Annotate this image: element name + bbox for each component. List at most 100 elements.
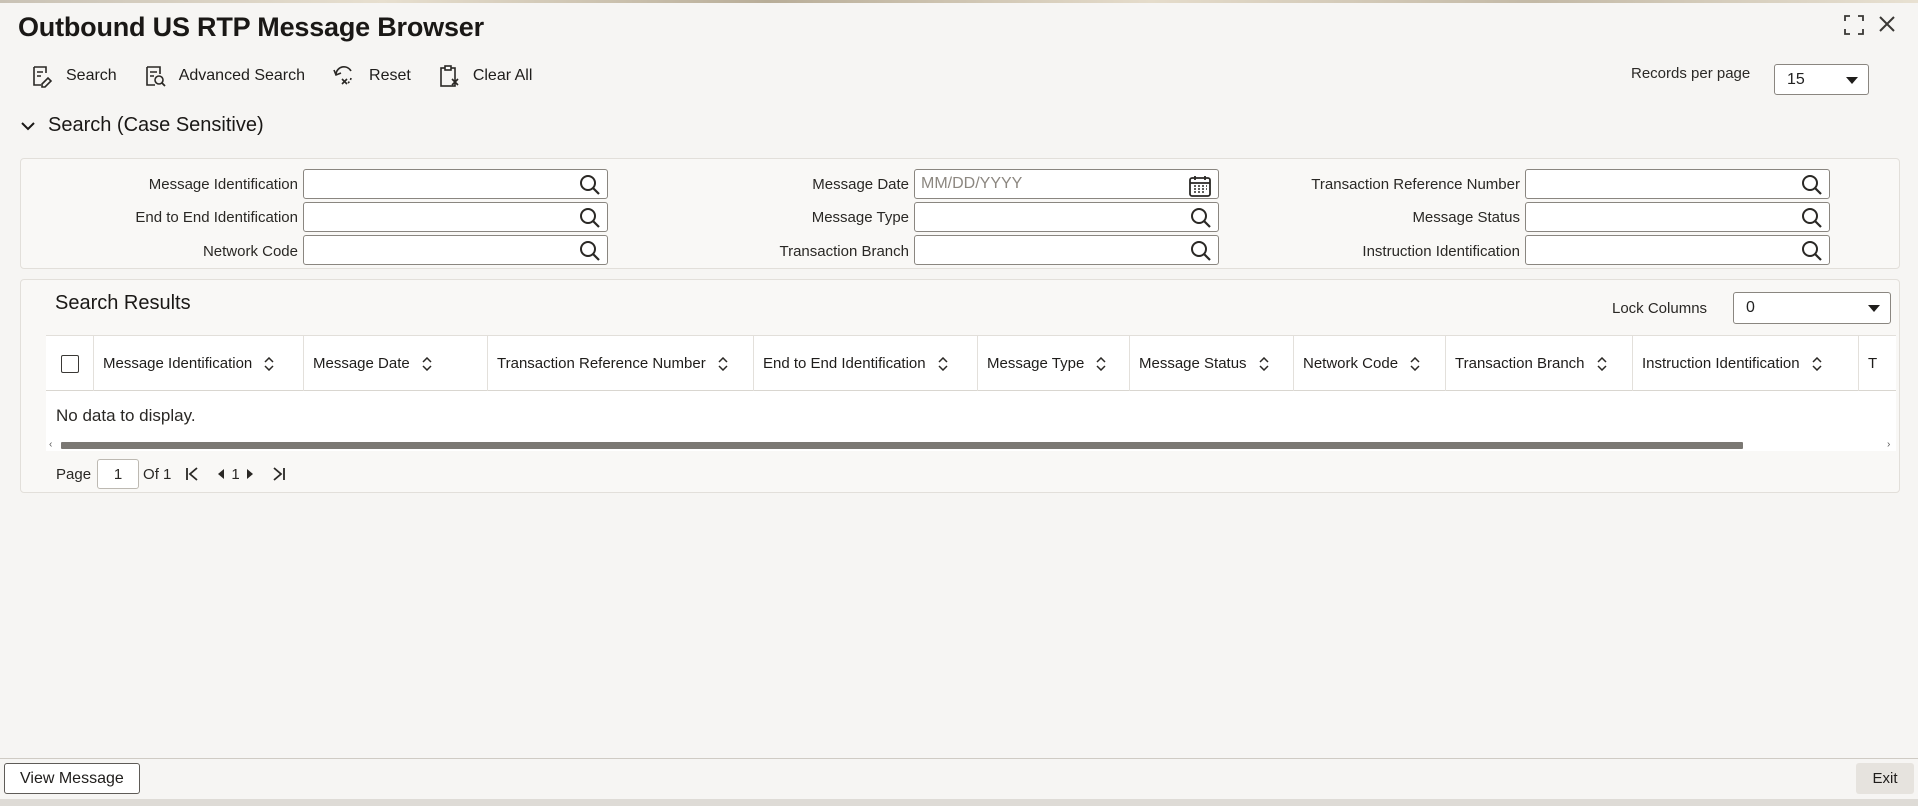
calendar-icon[interactable]	[1188, 174, 1212, 198]
message-date-label: Message Date	[812, 176, 909, 193]
select-all-column	[46, 336, 94, 391]
view-message-button-label: View Message	[20, 769, 124, 787]
scroll-right-icon[interactable]: ›	[1887, 439, 1890, 450]
end-to-end-identification-field[interactable]	[303, 202, 608, 232]
page-of-label: Of 1	[143, 465, 172, 483]
column-header-message-type[interactable]: Message Type	[978, 336, 1130, 391]
network-code-field[interactable]	[303, 235, 608, 265]
column-header-truncated[interactable]: T	[1859, 336, 1896, 391]
top-decorative-strip	[0, 0, 1918, 3]
toolbar: Search Advanced Search Reset Clear All	[30, 63, 558, 89]
chevron-down-icon	[21, 121, 35, 130]
dropdown-caret-icon	[1868, 305, 1880, 312]
column-header-label: Transaction Reference Number	[497, 355, 706, 372]
transaction-branch-field[interactable]	[914, 235, 1219, 265]
sort-icon[interactable]	[1259, 356, 1269, 371]
search-icon[interactable]	[1190, 240, 1212, 262]
page-number-value: 1	[113, 465, 123, 483]
pagination: Page 1 Of 1 1	[56, 459, 291, 489]
exit-button[interactable]: Exit	[1856, 763, 1914, 794]
next-page-icon[interactable]	[245, 468, 255, 480]
message-identification-field[interactable]	[303, 169, 608, 199]
sort-icon[interactable]	[1096, 356, 1106, 371]
network-code-label: Network Code	[202, 243, 298, 260]
column-header-message-identification[interactable]: Message Identification	[94, 336, 304, 391]
search-form-icon	[33, 66, 53, 88]
column-header-network-code[interactable]: Network Code	[1294, 336, 1446, 391]
column-header-label: Instruction Identification	[1642, 355, 1800, 372]
message-type-label: Message Type	[811, 209, 909, 226]
sort-icon[interactable]	[1596, 356, 1607, 371]
reset-button[interactable]: Reset	[331, 64, 411, 88]
column-header-end-to-end-identification[interactable]: End to End Identification	[754, 336, 978, 391]
column-header-label: Network Code	[1303, 355, 1399, 372]
search-section-toggle[interactable]: Search (Case Sensitive)	[20, 114, 264, 137]
message-date-field[interactable]: MM/DD/YYYY	[914, 169, 1219, 199]
view-message-button[interactable]: View Message	[4, 763, 140, 794]
footer-bar: View Message Exit	[0, 758, 1918, 806]
column-header-transaction-branch[interactable]: Transaction Branch	[1446, 336, 1633, 391]
search-button[interactable]: Search	[30, 64, 117, 88]
message-status-label: Message Status	[1412, 209, 1520, 226]
message-date-placeholder: MM/DD/YYYY	[921, 175, 1023, 192]
advanced-search-button[interactable]: Advanced Search	[143, 64, 305, 88]
column-header-instruction-identification[interactable]: Instruction Identification	[1633, 336, 1859, 391]
maximize-icon[interactable]	[1843, 14, 1865, 40]
search-icon[interactable]	[1801, 174, 1823, 196]
column-header-message-status[interactable]: Message Status	[1130, 336, 1294, 391]
search-icon[interactable]	[1801, 207, 1823, 229]
instruction-identification-field[interactable]	[1525, 235, 1830, 265]
column-header-label: Message Status	[1139, 355, 1247, 372]
records-per-page-value: 15	[1787, 70, 1805, 88]
advanced-search-icon	[145, 66, 166, 87]
page-label: Page	[56, 465, 92, 483]
column-header-label: End to End Identification	[763, 355, 926, 372]
scroll-left-icon[interactable]: ‹	[49, 439, 52, 450]
sort-icon[interactable]	[1410, 356, 1420, 371]
lock-columns-select[interactable]: 0	[1733, 292, 1891, 324]
column-header-label: Message Date	[313, 355, 410, 372]
exit-button-label: Exit	[1872, 770, 1898, 787]
records-per-page-label: Records per page	[1631, 65, 1751, 82]
search-icon[interactable]	[579, 240, 601, 262]
search-icon[interactable]	[579, 174, 601, 196]
reset-button-label: Reset	[369, 67, 411, 84]
column-header-transaction-reference-number[interactable]: Transaction Reference Number	[488, 336, 754, 391]
message-status-field[interactable]	[1525, 202, 1830, 232]
search-icon[interactable]	[579, 207, 601, 229]
sort-icon[interactable]	[422, 356, 432, 371]
search-icon[interactable]	[1190, 207, 1212, 229]
clear-all-button[interactable]: Clear All	[437, 64, 533, 88]
search-results-panel: Search Results Lock Columns 0 Message Id…	[20, 279, 1900, 493]
transaction-reference-number-label: Transaction Reference Number	[1311, 176, 1520, 193]
search-icon[interactable]	[1801, 240, 1823, 262]
search-criteria-panel: Message Identification End to End Identi…	[20, 158, 1900, 269]
message-identification-label: Message Identification	[148, 176, 298, 193]
records-per-page-select[interactable]: 15	[1774, 64, 1869, 95]
sort-icon[interactable]	[1812, 356, 1822, 371]
scrollbar-thumb[interactable]	[61, 442, 1743, 449]
sort-icon[interactable]	[718, 356, 728, 371]
column-header-label: Transaction Branch	[1455, 355, 1585, 372]
column-header-message-date[interactable]: Message Date	[304, 336, 488, 391]
sort-icon[interactable]	[938, 356, 948, 371]
horizontal-scrollbar[interactable]: ‹ ›	[46, 439, 1896, 451]
first-page-icon[interactable]	[185, 467, 199, 481]
column-header-label: Message Identification	[103, 355, 253, 372]
page-number-input[interactable]: 1	[97, 459, 140, 489]
column-header-label: Message Type	[987, 355, 1085, 372]
current-page-indicator: 1	[231, 465, 240, 483]
bottom-status-strip	[0, 799, 1918, 806]
search-results-title: Search Results	[55, 292, 191, 314]
clear-all-button-label: Clear All	[472, 67, 533, 84]
transaction-branch-label: Transaction Branch	[779, 243, 909, 260]
clipboard-clear-icon	[440, 65, 459, 87]
sort-icon[interactable]	[264, 356, 274, 371]
select-all-checkbox[interactable]	[61, 354, 79, 373]
transaction-reference-number-field[interactable]	[1525, 169, 1830, 199]
message-type-field[interactable]	[914, 202, 1219, 232]
end-to-end-identification-label: End to End Identification	[135, 209, 298, 226]
previous-page-icon[interactable]	[216, 468, 226, 480]
close-icon[interactable]	[1877, 14, 1897, 38]
last-page-icon[interactable]	[272, 467, 286, 481]
